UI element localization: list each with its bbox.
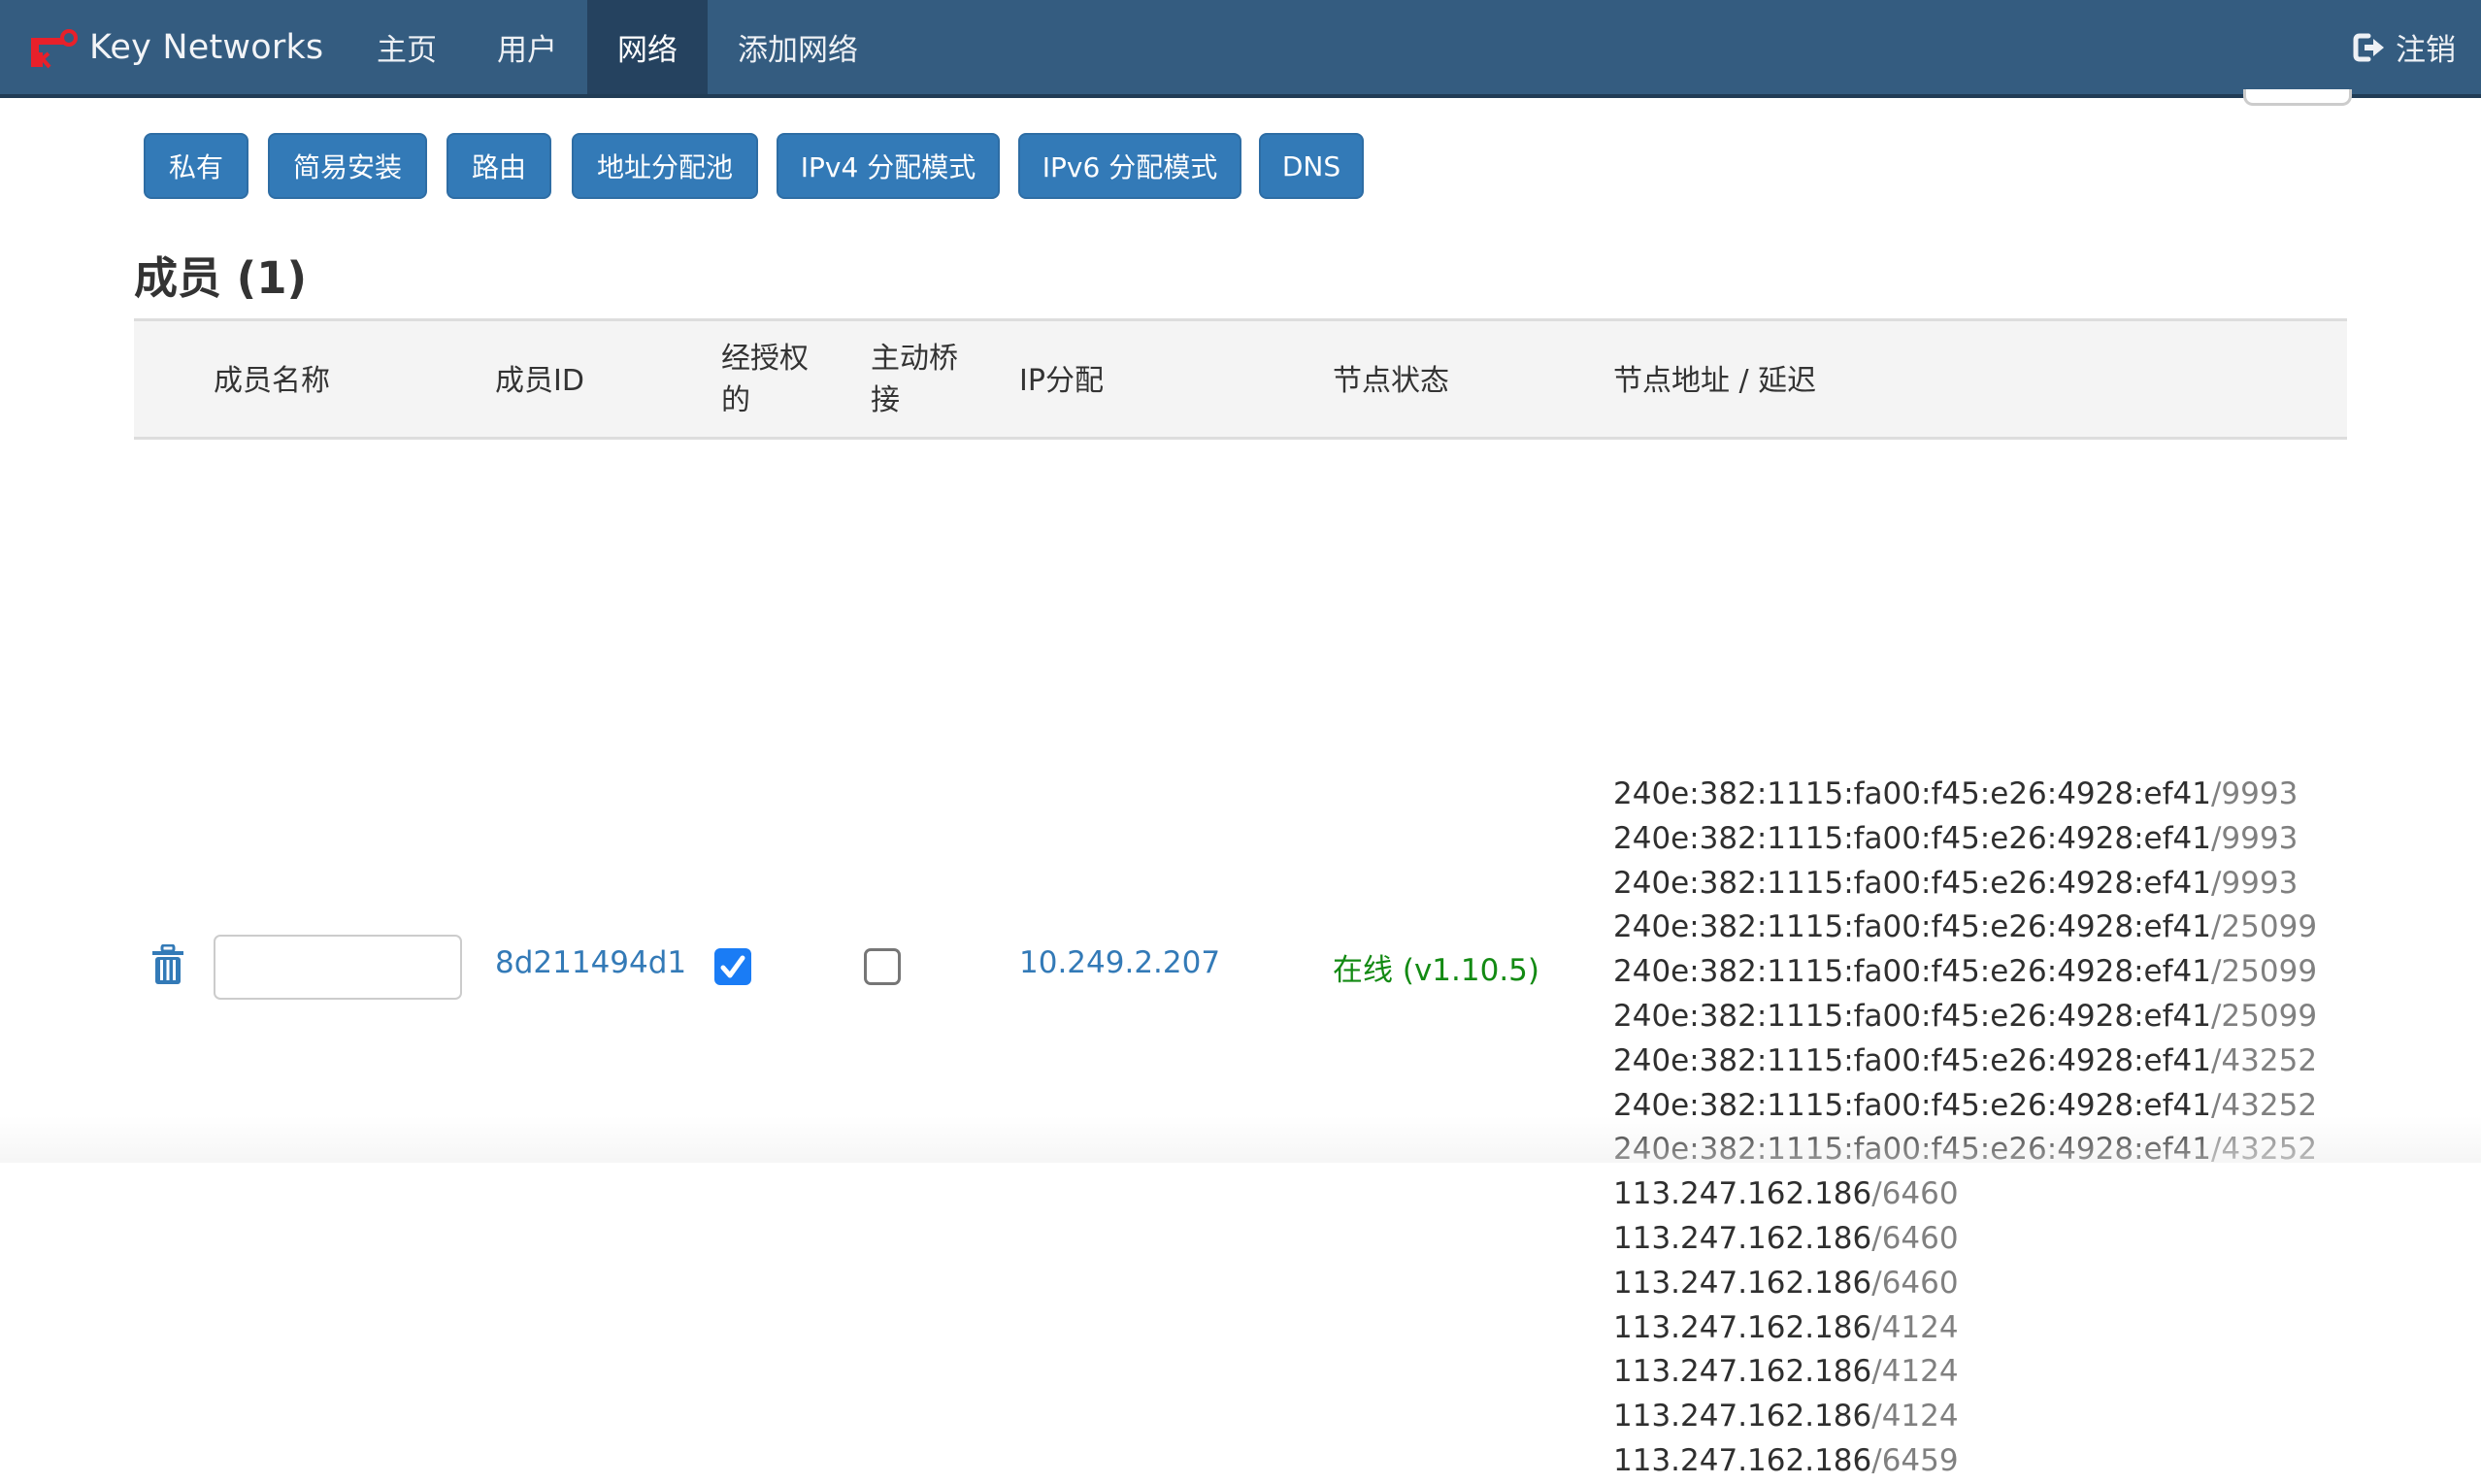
column-header-node-address[interactable]: 节点地址 / 延迟 bbox=[1613, 360, 1816, 402]
node-address-host: 113.247.162.186 bbox=[1613, 1309, 1872, 1345]
ipv6-assign-mode-button[interactable]: IPv6 分配模式 bbox=[1018, 133, 1241, 199]
logout-label: 注销 bbox=[2396, 33, 2456, 68]
node-address-row: 113.247.162.186/4124 bbox=[1613, 1306, 2317, 1351]
column-header-authorized-line1: 经授权 bbox=[721, 342, 809, 376]
node-address-host: 240e:382:1115:fa00:f45:e26:4928:ef41 bbox=[1613, 820, 2211, 856]
node-status: 在线 (v1.10.5) bbox=[1333, 953, 1539, 988]
node-address-row: 113.247.162.186/6459 bbox=[1613, 1439, 2317, 1484]
node-address-latency: /9993 bbox=[2210, 776, 2299, 811]
node-address-row: 240e:382:1115:fa00:f45:e26:4928:ef41/999… bbox=[1613, 773, 2317, 817]
node-address-latency: /6460 bbox=[1871, 1265, 1959, 1301]
ipv4-assign-mode-button[interactable]: IPv4 分配模式 bbox=[777, 133, 1000, 199]
node-address-row: 113.247.162.186/4124 bbox=[1613, 1350, 2317, 1395]
members-heading: 成员 (1) bbox=[134, 252, 308, 304]
node-address-host: 113.247.162.186 bbox=[1613, 1265, 1872, 1301]
navbar: Key Networks 主页 用户 网络 添加网络 注销 bbox=[0, 0, 2481, 98]
node-address-latency: /6459 bbox=[1871, 1442, 1959, 1478]
partially-hidden-control[interactable] bbox=[2243, 89, 2352, 106]
nav-networks[interactable]: 网络 bbox=[587, 0, 708, 94]
member-name-input[interactable] bbox=[214, 935, 462, 1000]
node-address-row: 240e:382:1115:fa00:f45:e26:4928:ef41/250… bbox=[1613, 950, 2317, 995]
node-address-host: 240e:382:1115:fa00:f45:e26:4928:ef41 bbox=[1613, 998, 2211, 1034]
authorized-checkbox[interactable] bbox=[714, 948, 751, 985]
node-address-latency: /9993 bbox=[2210, 865, 2299, 901]
node-address-row: 240e:382:1115:fa00:f45:e26:4928:ef41/999… bbox=[1613, 817, 2317, 862]
active-bridge-checkbox[interactable] bbox=[864, 948, 901, 985]
column-header-ip-assignment[interactable]: IP分配 bbox=[1019, 360, 1104, 402]
node-address-host: 113.247.162.186 bbox=[1613, 1220, 1872, 1256]
column-header-active-bridge[interactable]: 主动桥 接 bbox=[871, 338, 958, 421]
column-header-authorized-line2: 的 bbox=[721, 383, 750, 417]
members-table-header: 成员名称 成员ID 经授权 的 主动桥 接 IP分配 节点状态 节点地址 / 延… bbox=[134, 318, 2347, 440]
node-address-latency: /6460 bbox=[1871, 1176, 1959, 1212]
nav-users[interactable]: 用户 bbox=[467, 0, 587, 94]
column-header-name[interactable]: 成员名称 bbox=[214, 360, 330, 402]
member-id-link[interactable]: 8d211494d1 bbox=[495, 945, 686, 980]
node-address-latency: /4124 bbox=[1871, 1399, 1959, 1435]
column-header-bridge-line1: 主动桥 bbox=[871, 342, 958, 376]
private-button[interactable]: 私有 bbox=[144, 133, 248, 199]
column-header-bridge-line2: 接 bbox=[871, 383, 900, 417]
node-address-host: 240e:382:1115:fa00:f45:e26:4928:ef41 bbox=[1613, 909, 2211, 945]
node-address-row: 113.247.162.186/6460 bbox=[1613, 1172, 2317, 1217]
node-address-row: 240e:382:1115:fa00:f45:e26:4928:ef41/999… bbox=[1613, 862, 2317, 907]
node-address-latency: /6460 bbox=[1871, 1220, 1959, 1256]
node-address-host: 113.247.162.186 bbox=[1613, 1442, 1872, 1478]
ip-pools-button[interactable]: 地址分配池 bbox=[572, 133, 758, 199]
node-address-latency: /43252 bbox=[2210, 1042, 2318, 1078]
column-header-node-status[interactable]: 节点状态 bbox=[1333, 360, 1449, 402]
column-header-id[interactable]: 成员ID bbox=[495, 360, 584, 402]
column-header-authorized[interactable]: 经授权 的 bbox=[721, 338, 809, 421]
node-address-latency: /9993 bbox=[2210, 820, 2299, 856]
logout-button[interactable]: 注销 bbox=[2353, 0, 2456, 94]
node-address-host: 240e:382:1115:fa00:f45:e26:4928:ef41 bbox=[1613, 776, 2211, 811]
nav-add-network[interactable]: 添加网络 bbox=[708, 0, 888, 94]
routes-button[interactable]: 路由 bbox=[447, 133, 551, 199]
trash-icon[interactable] bbox=[151, 944, 184, 985]
node-address-host: 113.247.162.186 bbox=[1613, 1399, 1872, 1435]
node-address-host: 113.247.162.186 bbox=[1613, 1354, 1872, 1390]
node-address-row: 240e:382:1115:fa00:f45:e26:4928:ef41/250… bbox=[1613, 995, 2317, 1039]
dns-button[interactable]: DNS bbox=[1259, 133, 1364, 199]
key-logo-icon bbox=[31, 28, 78, 68]
sign-out-icon bbox=[2353, 33, 2384, 61]
node-address-host: 113.247.162.186 bbox=[1613, 1176, 1872, 1212]
node-address-latency: /25099 bbox=[2210, 954, 2318, 990]
node-address-row: 113.247.162.186/6460 bbox=[1613, 1217, 2317, 1262]
bottom-shadow bbox=[0, 1116, 2481, 1163]
node-address-latency: /25099 bbox=[2210, 909, 2318, 945]
easy-setup-button[interactable]: 简易安装 bbox=[268, 133, 427, 199]
node-address-latency: /4124 bbox=[1871, 1309, 1959, 1345]
node-address-row: 113.247.162.186/6460 bbox=[1613, 1262, 2317, 1306]
node-address-host: 240e:382:1115:fa00:f45:e26:4928:ef41 bbox=[1613, 1042, 2211, 1078]
node-address-row: 240e:382:1115:fa00:f45:e26:4928:ef41/432… bbox=[1613, 1039, 2317, 1084]
nav-home[interactable]: 主页 bbox=[347, 0, 467, 94]
node-address-host: 240e:382:1115:fa00:f45:e26:4928:ef41 bbox=[1613, 865, 2211, 901]
node-address-row: 240e:382:1115:fa00:f45:e26:4928:ef41/250… bbox=[1613, 906, 2317, 950]
node-address-latency: /25099 bbox=[2210, 998, 2318, 1034]
node-address-row: 113.247.162.186/4124 bbox=[1613, 1395, 2317, 1439]
brand-link[interactable]: Key Networks bbox=[27, 0, 323, 94]
brand-name: Key Networks bbox=[89, 27, 324, 67]
node-address-host: 240e:382:1115:fa00:f45:e26:4928:ef41 bbox=[1613, 954, 2211, 990]
ip-assignment-link[interactable]: 10.249.2.207 bbox=[1019, 945, 1220, 980]
node-address-latency: /4124 bbox=[1871, 1354, 1959, 1390]
